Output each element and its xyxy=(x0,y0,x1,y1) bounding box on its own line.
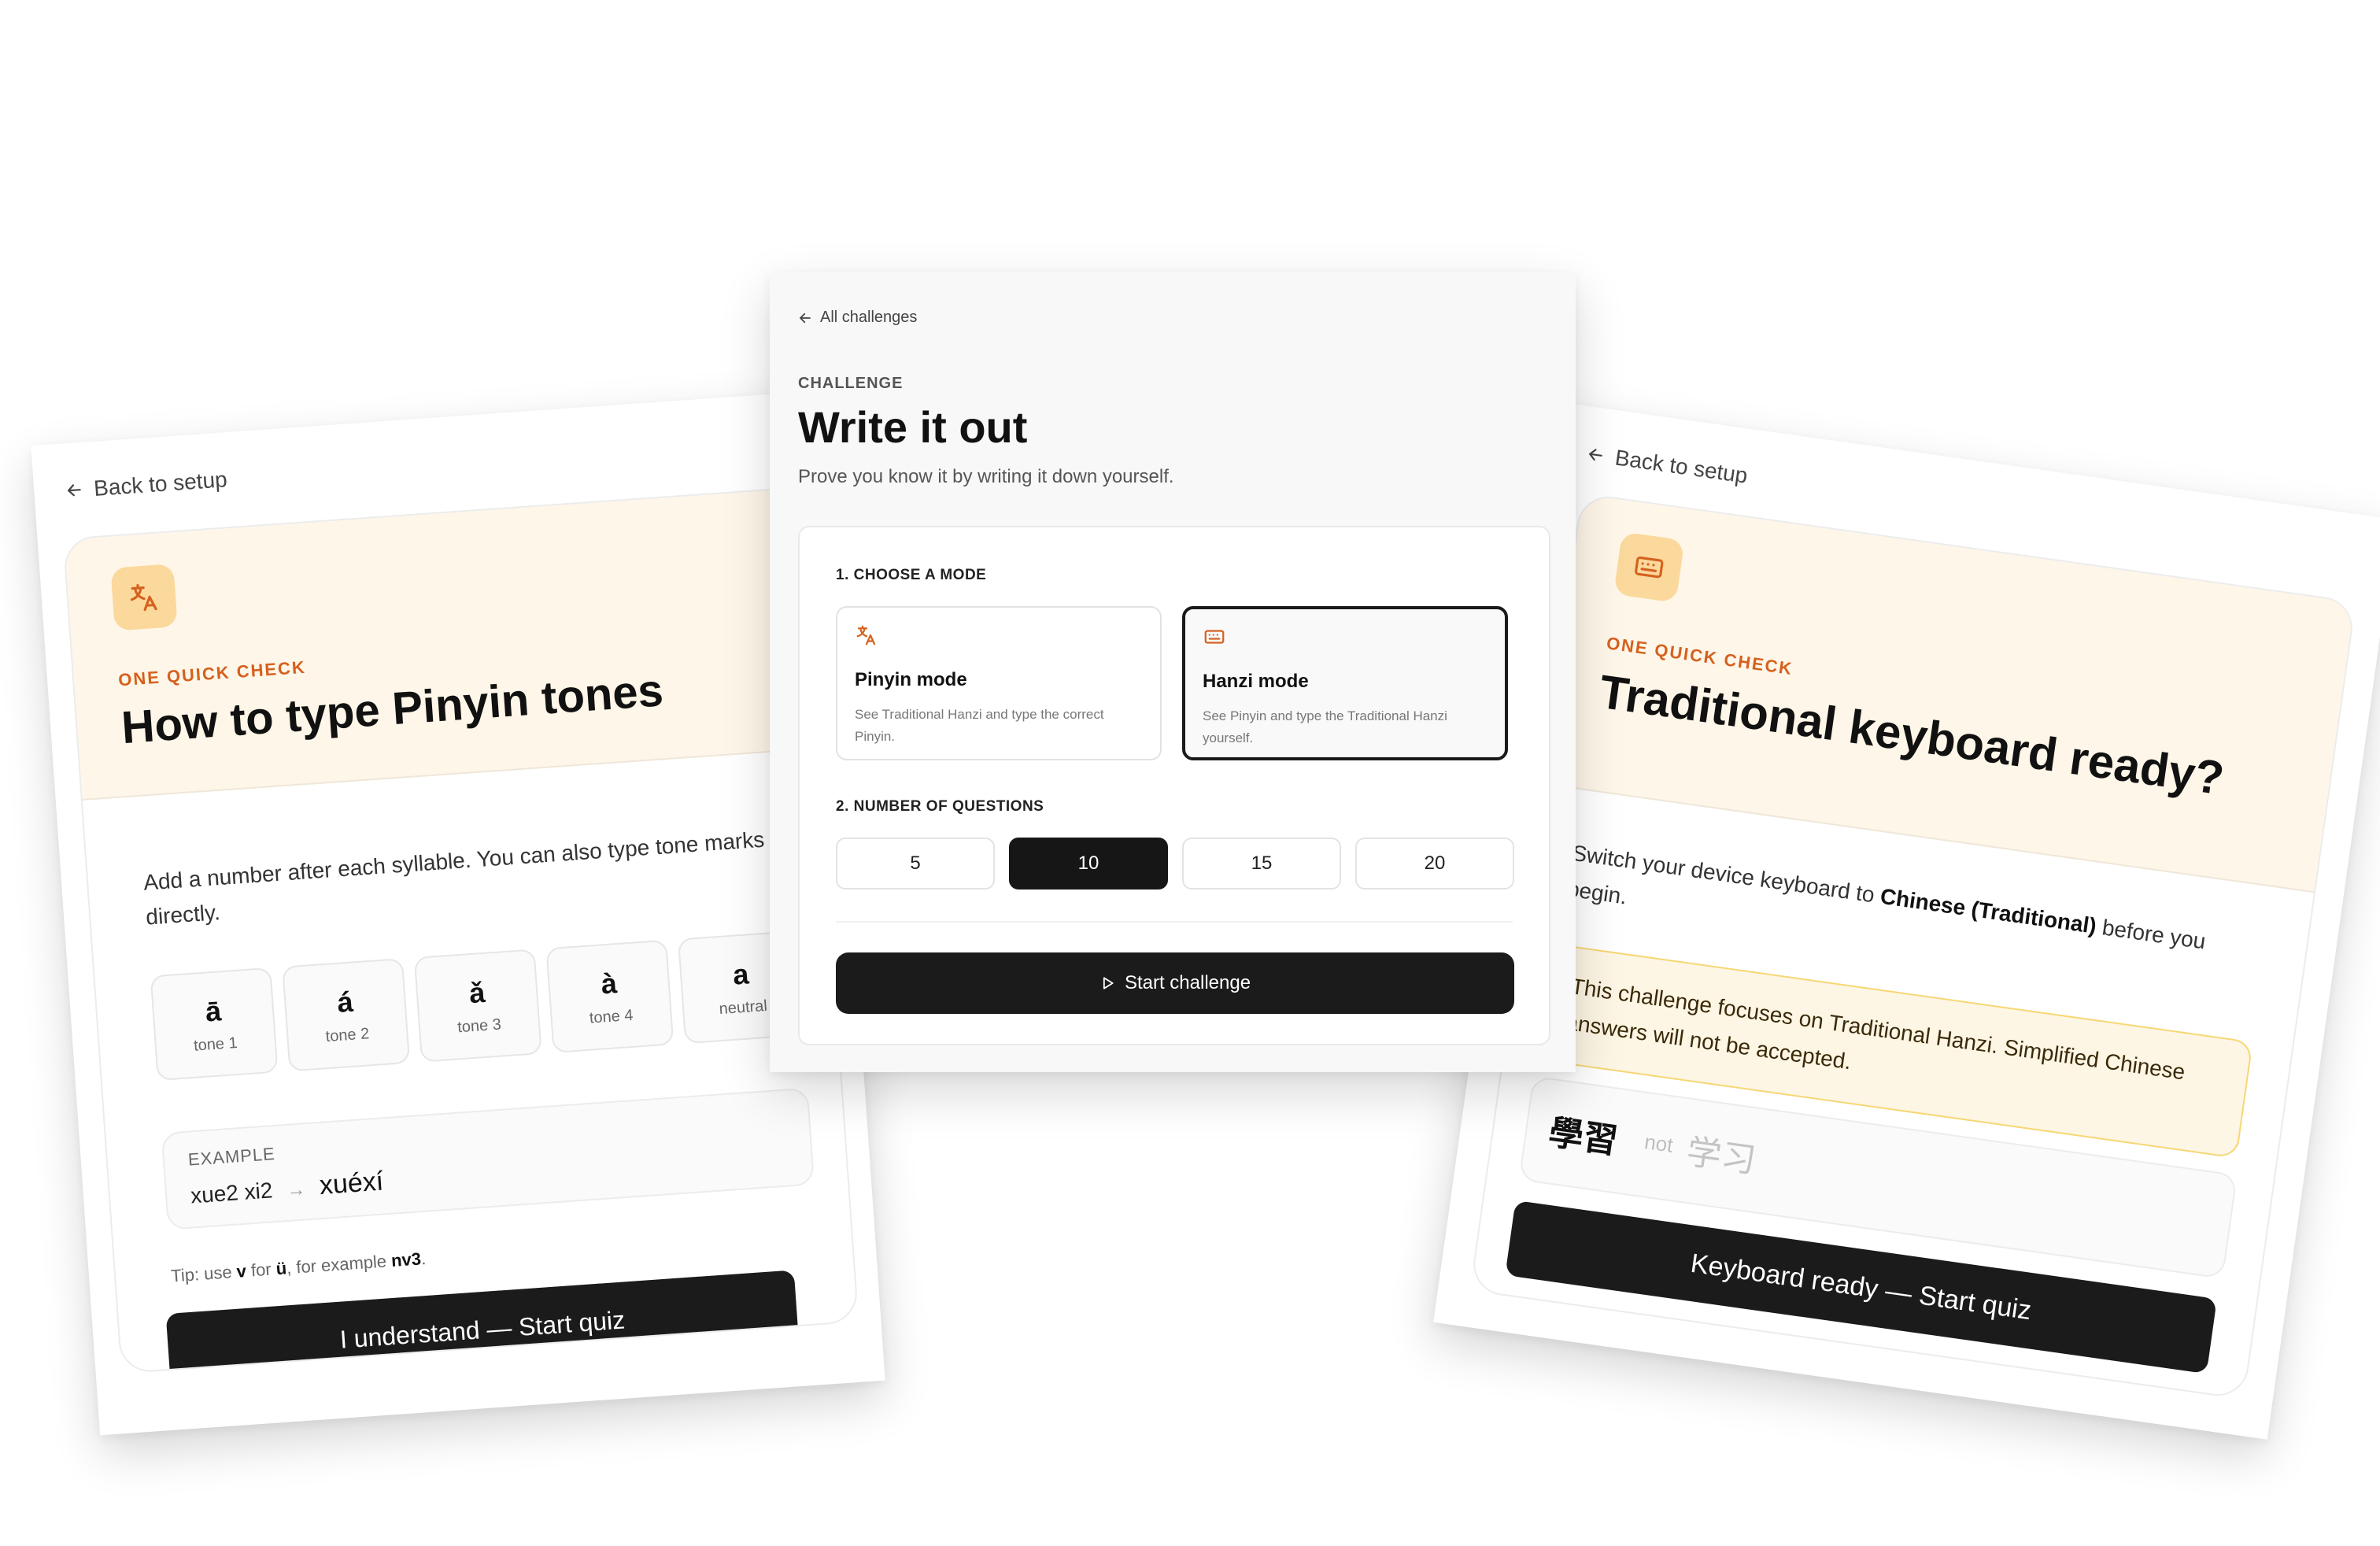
pinyin-tones-panel: ONE QUICK CHECK How to type Pinyin tones… xyxy=(62,486,859,1374)
back-to-setup-link[interactable]: Back to setup xyxy=(65,467,228,503)
hero-banner: ONE QUICK CHECK Traditional keyboard rea… xyxy=(1542,494,2355,893)
tone-key-row: ā tone 1 á tone 2 ǎ tone 3 à tone 4 a neutral xyxy=(150,930,806,1082)
tone-key[interactable]: á tone 2 xyxy=(282,958,411,1072)
count-section-label: 2. NUMBER OF QUESTIONS xyxy=(836,798,1044,815)
mode-name: Pinyin mode xyxy=(855,669,967,690)
back-link-label: All challenges xyxy=(820,309,918,326)
arrow-left-icon xyxy=(1589,449,1602,461)
example-input: xue2 xi2 xyxy=(190,1178,274,1208)
page-title: Traditional keyboard ready? xyxy=(1596,664,2227,805)
arrow-right-icon: → xyxy=(286,1178,307,1202)
challenge-options-panel: 1. CHOOSE A MODE Pinyin mode See Traditi… xyxy=(798,526,1550,1045)
translate-icon xyxy=(856,625,876,645)
arrow-left-icon xyxy=(67,484,81,497)
back-link-label: Back to setup xyxy=(93,467,228,501)
pinyin-tones-card: Back to setup ONE QUICK CHECK How to typ… xyxy=(31,390,885,1436)
mode-description: See Pinyin and type the Traditional Hanz… xyxy=(1203,708,1447,745)
start-challenge-button[interactable]: Start challenge xyxy=(836,952,1514,1014)
count-option-10[interactable]: 10 xyxy=(1009,838,1168,890)
page-title: Write it out xyxy=(798,402,1028,452)
start-challenge-label: Start challenge xyxy=(1124,972,1251,993)
back-to-setup-link[interactable]: Back to setup xyxy=(1585,441,1749,488)
example-conversion: xue2 xi2 → xuéxí xyxy=(190,1166,385,1210)
tip-text: Tip: use v for ü, for example nv3. xyxy=(170,1248,427,1286)
page-subtitle: Prove you know it by writing it down you… xyxy=(798,466,1174,487)
mode-description: See Traditional Hanzi and type the corre… xyxy=(855,707,1104,744)
eyebrow-label: ONE QUICK CHECK xyxy=(117,656,307,690)
arrow-left-icon xyxy=(800,313,811,323)
count-option-5[interactable]: 5 xyxy=(836,838,995,890)
simplified-sample: 学习 xyxy=(1683,1132,1758,1181)
back-link-label: Back to setup xyxy=(1613,445,1750,488)
count-option-20[interactable]: 20 xyxy=(1355,838,1514,890)
play-icon xyxy=(1103,977,1114,989)
tone-key[interactable]: ǎ tone 3 xyxy=(413,949,542,1063)
not-label: not xyxy=(1643,1130,1675,1157)
question-count-selector: 5 10 15 20 xyxy=(836,838,1514,890)
instructions-text: Add a number after each syllable. You ca… xyxy=(142,827,766,930)
example-label: EXAMPLE xyxy=(187,1143,276,1170)
divider xyxy=(836,921,1513,923)
keyboard-icon xyxy=(1613,531,1685,603)
keyboard-check-panel: ONE QUICK CHECK Traditional keyboard rea… xyxy=(1469,492,2356,1400)
keyboard-icon xyxy=(1204,630,1225,644)
challenge-setup-card: All challenges CHALLENGE Write it out Pr… xyxy=(770,272,1576,1072)
example-output: xuéxí xyxy=(318,1166,385,1201)
example-box: EXAMPLE xue2 xi2 → xuéxí xyxy=(161,1087,815,1230)
translate-icon xyxy=(110,564,178,631)
hanzi-mode-option[interactable]: Hanzi mode See Pinyin and type the Tradi… xyxy=(1182,606,1508,760)
count-option-15[interactable]: 15 xyxy=(1182,838,1341,890)
pinyin-mode-option[interactable]: Pinyin mode See Traditional Hanzi and ty… xyxy=(836,606,1162,760)
all-challenges-link[interactable]: All challenges xyxy=(798,309,917,327)
hero-banner: ONE QUICK CHECK How to type Pinyin tones xyxy=(64,488,818,801)
start-quiz-button[interactable]: I understand — Start quiz xyxy=(165,1270,800,1374)
mode-section-label: 1. CHOOSE A MODE xyxy=(836,567,987,583)
tone-key[interactable]: à tone 4 xyxy=(545,939,674,1054)
eyebrow-label: CHALLENGE xyxy=(798,375,904,392)
traditional-sample: 學習 xyxy=(1546,1113,1621,1161)
mode-name: Hanzi mode xyxy=(1203,671,1309,692)
tone-key[interactable]: ā tone 1 xyxy=(150,967,279,1082)
